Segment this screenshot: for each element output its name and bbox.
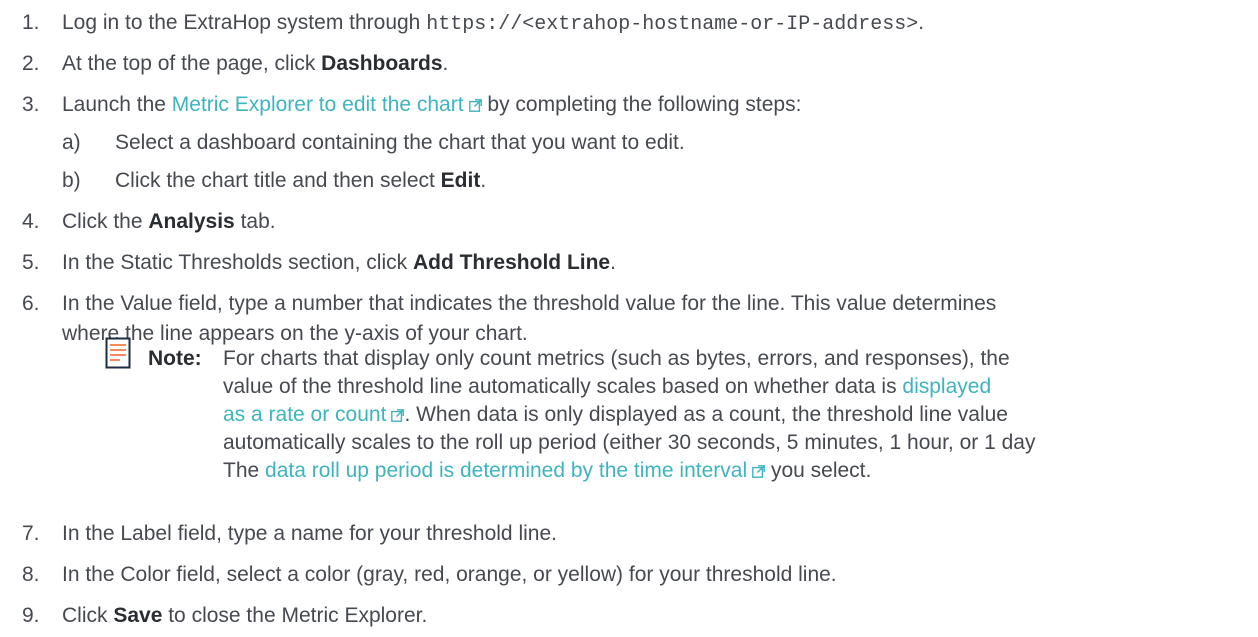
step-text: In the Color field, select a color (gray… [62,563,837,586]
url-code: https://<extrahop-hostname-or-IP-address… [426,13,919,36]
note-document-icon [105,337,131,369]
ui-term-add-threshold-line: Add Threshold Line [412,251,611,274]
external-link-icon [391,409,405,422]
note-text: you select. [765,459,872,482]
step-number: 1. [22,11,40,34]
step-number: 7. [22,522,40,545]
note-text: value of the threshold line automaticall… [223,375,903,398]
link-text[interactable]: Metric Explorer to edit the chart [172,93,464,116]
note-text: . When data is only displayed as a count… [404,403,1008,426]
substep-letter: a) [62,131,81,154]
external-link-icon [752,465,766,478]
displayed-link[interactable]: displayed [902,375,991,398]
step-text-end: tab. [234,210,276,233]
rate-or-count-link[interactable]: as a rate or count [223,403,405,426]
note-text: The [223,459,266,482]
substep-letter: b) [62,169,81,192]
step-text-end: . [480,169,487,192]
note-label: Note: [148,347,202,370]
ui-term-edit: Edit [440,169,481,192]
roll-up-period-link[interactable]: data roll up period is determined by the… [265,459,766,482]
ui-term-save: Save [113,604,163,627]
step-number: 8. [22,563,40,586]
step-text-end: . [442,52,449,75]
step-text-end: by completing the following steps: [481,93,802,116]
link-text[interactable]: as a rate or count [223,403,386,426]
step-number: 5. [22,251,40,274]
step-number: 9. [22,604,40,627]
step-text: In the Static Thresholds section, click [62,251,413,274]
note-line-1: For charts that display only count metri… [223,347,1010,370]
step-number: 2. [22,52,40,75]
step-number: 3. [22,93,40,116]
external-link-icon [468,99,482,112]
step-text-end: to close the Metric Explorer. [162,604,428,627]
ui-term-analysis: Analysis [148,210,235,233]
step-text-end: . [918,11,925,34]
step-text: In the Label field, type a name for your… [62,522,557,545]
ui-term-dashboards: Dashboards [321,52,443,75]
metric-explorer-link[interactable]: Metric Explorer to edit the chart [172,93,482,116]
step-text: Log in to the ExtraHop system through [62,11,427,34]
substep-text: Click the chart title and then select [115,169,441,192]
step-text: At the top of the page, click [62,52,322,75]
step-text-line-2: where the line appears on the y-axis of … [62,322,528,345]
step-text-line-1: In the Value field, type a number that i… [62,292,997,315]
substep-text: Select a dashboard containing the chart … [115,131,685,154]
note-line-4: automatically scales to the roll up peri… [223,431,1036,454]
step-number: 4. [22,210,40,233]
step-number: 6. [22,292,40,315]
step-text-end: . [610,251,616,274]
step-text: Launch the [62,93,172,116]
procedure-page: 1. Log in to the ExtraHop system through… [0,0,1258,637]
step-text: Click [62,604,114,627]
step-text: Click the [62,210,149,233]
link-text[interactable]: data roll up period is determined by the… [265,459,747,482]
